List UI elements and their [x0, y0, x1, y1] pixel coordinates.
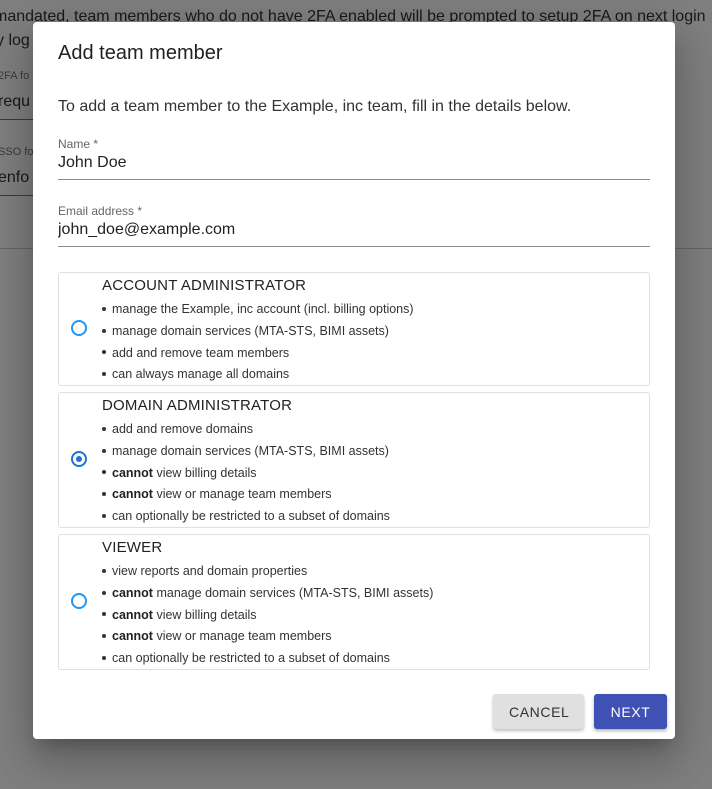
radio-domain-administrator[interactable]: [71, 451, 87, 467]
permission-item: manage domain services (MTA-STS, BIMI as…: [102, 321, 414, 343]
role-option-account-administrator[interactable]: ACCOUNT ADMINISTRATOR manage the Example…: [58, 272, 650, 386]
bullet-icon: [102, 612, 106, 617]
bullet-icon: [102, 590, 106, 595]
permission-item: add and remove domains: [102, 419, 390, 441]
permission-item: cannot view or manage team members: [102, 484, 390, 506]
role-title: DOMAIN ADMINISTRATOR: [102, 397, 293, 414]
permission-text: can optionally be restricted to a subset…: [112, 509, 390, 524]
name-field: Name *: [58, 137, 650, 187]
permission-item: cannot manage domain services (MTA-STS, …: [102, 583, 433, 605]
add-team-member-dialog: Add team member To add a team member to …: [33, 22, 675, 739]
permission-text: add and remove team members: [112, 345, 290, 360]
role-permissions-list: add and remove domains manage domain ser…: [102, 419, 390, 528]
name-label: Name *: [58, 137, 99, 151]
name-input[interactable]: [58, 151, 650, 175]
permission-text: add and remove domains: [112, 422, 254, 436]
permission-text: view reports and domain properties: [112, 564, 308, 578]
permission-item: cannot view billing details: [102, 463, 390, 485]
permission-item: manage domain services (MTA-STS, BIMI as…: [102, 441, 390, 463]
dialog-title: Add team member: [58, 42, 223, 64]
permission-text: view billing details: [152, 465, 257, 480]
permission-emphasis: cannot: [112, 607, 153, 622]
bullet-icon: [102, 513, 106, 518]
permission-emphasis: cannot: [112, 629, 153, 644]
role-permissions-list: view reports and domain properties canno…: [102, 561, 433, 670]
permission-text: manage domain services (MTA-STS, BIMI as…: [112, 323, 389, 338]
permission-emphasis: cannot: [112, 585, 153, 600]
permission-emphasis: cannot: [112, 487, 153, 502]
bullet-icon: [102, 568, 106, 573]
permission-item: can always manage all domains: [102, 364, 414, 386]
role-permissions-list: manage the Example, inc account (incl. b…: [102, 299, 414, 386]
bullet-icon: [102, 350, 106, 355]
email-input[interactable]: [58, 218, 650, 242]
permission-text: can optionally be restricted to a subset…: [112, 651, 390, 666]
next-button[interactable]: NEXT: [594, 694, 667, 729]
permission-item: view reports and domain properties: [102, 561, 433, 583]
permission-text: can always manage all domains: [112, 367, 290, 382]
permission-item: cannot view or manage team members: [102, 626, 433, 648]
permission-item: cannot view billing details: [102, 605, 433, 627]
permission-emphasis: cannot: [112, 465, 153, 480]
role-title: ACCOUNT ADMINISTRATOR: [102, 277, 307, 294]
role-option-viewer[interactable]: VIEWER view reports and domain propertie…: [58, 534, 650, 670]
permission-text: view or manage team members: [152, 487, 332, 502]
bullet-icon: [102, 492, 106, 497]
name-underline: [58, 179, 650, 180]
permission-item: add and remove team members: [102, 343, 414, 365]
cancel-button[interactable]: CANCEL: [493, 694, 584, 729]
permission-text: manage domain services (MTA-STS, BIMI as…: [152, 585, 434, 600]
bullet-icon: [102, 306, 106, 311]
email-field: Email address *: [58, 204, 650, 254]
bullet-icon: [102, 655, 106, 660]
role-option-domain-administrator[interactable]: DOMAIN ADMINISTRATOR add and remove doma…: [58, 392, 650, 528]
bullet-icon: [102, 448, 106, 453]
bullet-icon: [102, 372, 106, 377]
permission-text: manage the Example, inc account (incl. b…: [112, 302, 414, 316]
role-title: VIEWER: [102, 539, 163, 556]
bullet-icon: [102, 470, 106, 475]
email-label: Email address *: [58, 204, 143, 218]
permission-text: view billing details: [152, 607, 257, 622]
bullet-icon: [102, 634, 106, 639]
radio-account-administrator[interactable]: [71, 320, 87, 336]
email-underline: [58, 246, 650, 247]
bullet-icon: [102, 328, 106, 333]
radio-viewer[interactable]: [71, 593, 87, 609]
permission-text: view or manage team members: [152, 629, 332, 644]
permission-item: can optionally be restricted to a subset…: [102, 506, 390, 528]
permission-text: manage domain services (MTA-STS, BIMI as…: [112, 443, 389, 458]
bullet-icon: [102, 426, 106, 431]
dialog-intro: To add a team member to the Example, inc…: [58, 98, 572, 115]
permission-item: can optionally be restricted to a subset…: [102, 648, 433, 670]
permission-item: manage the Example, inc account (incl. b…: [102, 299, 414, 321]
